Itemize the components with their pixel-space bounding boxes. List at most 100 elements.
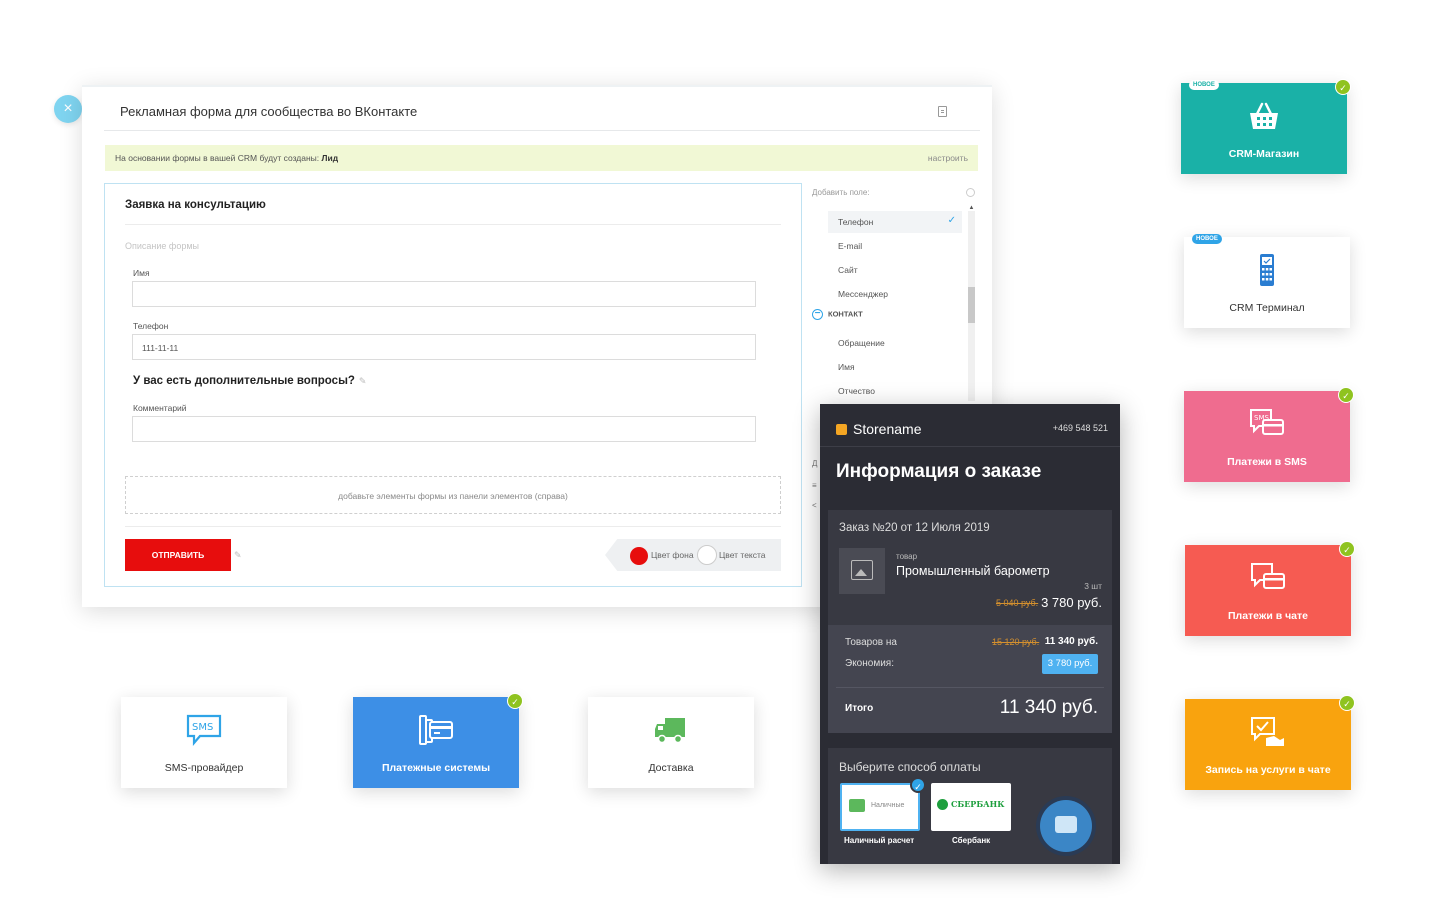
group-contact-label: КОНТАКТ: [828, 309, 863, 319]
tile-chat-payments[interactable]: ✓ Платежи в чате: [1185, 541, 1355, 636]
order-summary: Товаров на 15 120 руб. 11 340 руб. Эконо…: [828, 625, 1112, 733]
name-input[interactable]: [132, 281, 756, 307]
window-title: Рекламная форма для сообщества во ВКонта…: [120, 104, 418, 119]
order-item-card: Заказ №20 от 12 Июля 2019 товар Промышле…: [828, 510, 1112, 628]
collapse-icon[interactable]: −: [812, 309, 823, 320]
terminal-icon: [1260, 254, 1274, 286]
sms-icon: SMS: [186, 714, 222, 746]
close-icon[interactable]: ×: [54, 95, 82, 123]
tile-sms-provider[interactable]: SMS SMS-провайдер: [121, 697, 287, 788]
search-icon[interactable]: [966, 188, 975, 197]
title-divider: [104, 130, 980, 131]
field-item-phone[interactable]: Телефон ✓: [828, 211, 962, 233]
pay-cash-label: Наличный расчет: [844, 836, 915, 845]
bg-color-swatch[interactable]: [630, 547, 648, 565]
truck-icon: [655, 718, 685, 744]
chat-booking-icon: [1251, 717, 1284, 746]
check-icon: ✓: [1339, 695, 1355, 711]
field-label-phone: Телефон: [133, 321, 169, 331]
savings-badge: 3 780 руб.: [1042, 654, 1098, 674]
field-label-comment: Комментарий: [133, 403, 187, 413]
field-item-salutation[interactable]: Обращение: [828, 332, 962, 354]
total-value: 11 340 руб.: [999, 697, 1098, 718]
tile-label: Запись на услуги в чате: [1205, 764, 1331, 776]
tile-label: Платежные системы: [381, 762, 491, 774]
tile-label: Платежи в SMS: [1227, 456, 1307, 468]
pencil-icon[interactable]: ✎: [359, 376, 367, 386]
summary-divider: [836, 687, 1104, 688]
add-field-search[interactable]: Добавить поле:: [812, 188, 870, 197]
tile-label: SMS-провайдер: [164, 762, 244, 774]
field-item-patronymic[interactable]: Отчество: [828, 380, 962, 402]
store-phone[interactable]: +469 548 521: [1053, 423, 1108, 433]
comment-input[interactable]: [132, 416, 756, 442]
crm-setup-link[interactable]: настроить: [928, 153, 968, 163]
field-label-name: Имя: [133, 268, 150, 278]
pay-sber-inner: СБЕРБАНК: [951, 799, 1005, 809]
scroll-up-icon[interactable]: ▲: [968, 205, 975, 211]
tile-chat-booking[interactable]: ✓ Запись на услуги в чате: [1185, 695, 1355, 790]
product-price: 3 780 руб.: [1041, 595, 1102, 610]
image-icon: [851, 560, 873, 580]
field-item-messenger[interactable]: Мессенджер: [828, 283, 962, 305]
clipped-item: Д: [812, 459, 818, 468]
savings-label: Экономия:: [845, 658, 894, 669]
checkmark-icon: ✓: [947, 215, 956, 226]
tile-label: Платежи в чате: [1227, 610, 1308, 622]
check-icon: ✓: [1335, 79, 1351, 95]
field-item-label: Телефон: [838, 217, 874, 227]
phone-input[interactable]: 111-11-11: [132, 334, 756, 360]
tile-delivery[interactable]: Доставка: [588, 697, 754, 788]
scrollbar-thumb[interactable]: [968, 287, 975, 323]
product-old-price: 5 040 руб.: [996, 598, 1039, 608]
pay-cash-option[interactable]: Наличные ✓: [840, 777, 926, 831]
question-heading[interactable]: У вас есть дополнительные вопросы? ✎: [133, 375, 366, 387]
payment-heading: Выберите способ оплаты: [839, 760, 981, 774]
subtotal-old: 15 120 руб.: [992, 637, 1040, 647]
tile-payment-systems[interactable]: ✓ Платежные системы: [353, 693, 523, 788]
tile-crm-shop[interactable]: НОВОЕ ✓ CRM-Магазин: [1181, 79, 1351, 174]
tile-label: CRM Терминал: [1229, 302, 1305, 314]
subtotal-value: 11 340 руб.: [1044, 636, 1098, 647]
chat-button[interactable]: [1040, 800, 1092, 852]
tile-crm-terminal[interactable]: НОВОЕ CRM Терминал: [1184, 234, 1350, 328]
sms-icon-text: SMS: [192, 722, 213, 733]
field-item-site[interactable]: Сайт: [828, 259, 962, 281]
check-icon: ✓: [1338, 387, 1354, 403]
chat-icon: [1055, 816, 1077, 833]
sms-card-icon: SMS: [1250, 409, 1284, 435]
pay-sber-option[interactable]: СБЕРБАНК: [931, 783, 1011, 831]
chat-card-icon: [1251, 563, 1285, 589]
order-heading: Информация о заказе: [836, 461, 1042, 482]
basket-icon: [1250, 102, 1278, 129]
order-number: Заказ №20 от 12 Июля 2019: [839, 522, 990, 534]
new-badge: НОВОЕ: [1192, 234, 1222, 244]
field-item-email[interactable]: E-mail: [828, 235, 962, 257]
check-icon: ✓: [507, 693, 523, 709]
fields-scrollbar[interactable]: ▲: [968, 205, 975, 401]
store-order-panel: Storename +469 548 521 Информация о зака…: [820, 404, 1120, 864]
cards-icon: [419, 715, 453, 745]
text-color-swatch[interactable]: [697, 545, 717, 565]
selected-check-icon: ✓: [910, 777, 926, 793]
clipped-item: ≡: [812, 481, 817, 490]
form-title[interactable]: Заявка на консультацию: [125, 199, 266, 211]
crm-notice-prefix: На основании формы в вашей CRM будут соз…: [115, 153, 320, 163]
dropzone[interactable]: добавьте элементы формы из панели элемен…: [125, 476, 781, 514]
subtotal-label: Товаров на: [845, 637, 897, 648]
group-contact[interactable]: − КОНТАКТ: [812, 309, 863, 320]
field-item-first-name[interactable]: Имя: [828, 356, 962, 378]
store-name: Storename: [853, 421, 922, 437]
clipped-item: <: [812, 501, 817, 510]
product-kind: товар: [896, 552, 918, 561]
bg-color-label: Цвет фона: [651, 550, 694, 560]
pencil-icon[interactable]: ✎: [234, 550, 242, 561]
store-logo-icon: [836, 424, 847, 435]
form-description[interactable]: Описание формы: [125, 241, 199, 251]
document-icon[interactable]: [938, 106, 947, 117]
tile-sms-payments[interactable]: ✓ SMS Платежи в SMS: [1184, 387, 1354, 482]
payment-section: Выберите способ оплаты Наличные ✓ Наличн…: [828, 748, 1112, 864]
product-thumbnail: [839, 548, 885, 594]
text-color-label: Цвет текста: [719, 550, 766, 560]
submit-button[interactable]: ОТПРАВИТЬ: [125, 539, 231, 571]
